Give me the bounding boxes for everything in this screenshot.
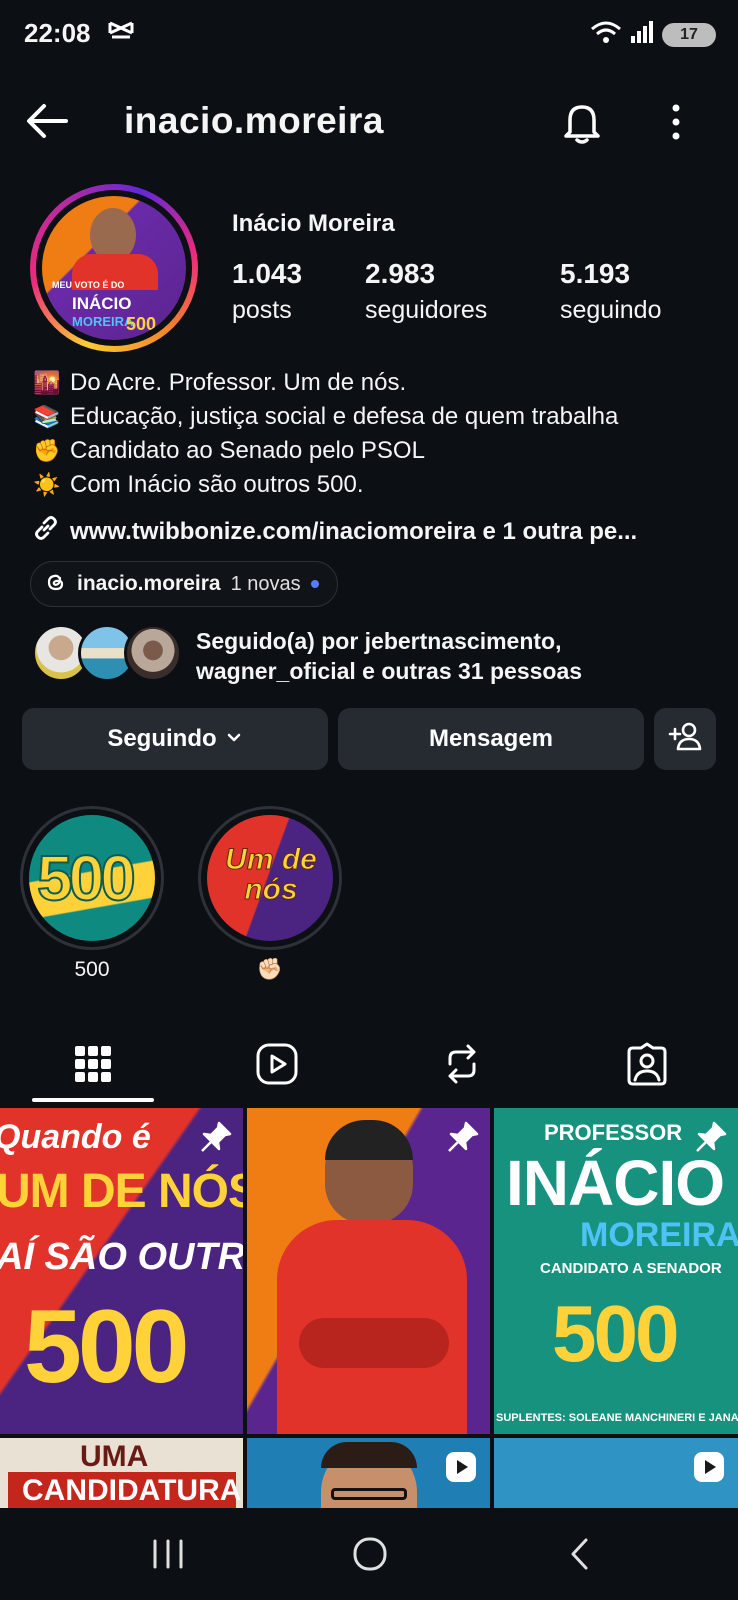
story-highlight-um-de-nos[interactable]: Um de nós ✊🏻 bbox=[198, 806, 342, 982]
capcut-icon bbox=[108, 20, 134, 49]
profile-header: inacio.moreira bbox=[0, 86, 738, 156]
home-icon[interactable] bbox=[352, 1536, 388, 1577]
stat-value: 5.193 bbox=[560, 258, 631, 289]
tab-reposts[interactable] bbox=[400, 1030, 523, 1102]
pin-icon bbox=[199, 1120, 233, 1154]
stat-label: seguindo bbox=[560, 296, 662, 324]
highlight-cover: 500 bbox=[29, 815, 155, 941]
status-time: 22:08 bbox=[24, 18, 91, 48]
message-button[interactable]: Mensagem bbox=[338, 708, 644, 770]
avatar: MEU VOTO É DO INÁCIO MOREIRA 500 bbox=[42, 196, 186, 340]
stat-label: posts bbox=[232, 296, 292, 324]
stat-value: 1.043 bbox=[232, 258, 303, 289]
post-thumbnail[interactable]: UMA CANDIDATURA bbox=[0, 1438, 243, 1508]
battery-indicator: 17 bbox=[662, 22, 716, 47]
tab-posts[interactable] bbox=[31, 1030, 154, 1102]
fist-emoji-icon: ✊ bbox=[33, 438, 61, 463]
reel-icon bbox=[444, 1450, 478, 1484]
chevron-down-icon bbox=[225, 725, 243, 753]
stat-value: 2.983 bbox=[365, 258, 436, 289]
profile-avatar-ring[interactable]: MEU VOTO É DO INÁCIO MOREIRA 500 bbox=[30, 184, 198, 352]
threads-handle: inacio.moreira bbox=[77, 572, 221, 595]
signal-icon bbox=[630, 20, 654, 49]
back-icon[interactable] bbox=[566, 1536, 594, 1577]
suggested-users-button[interactable] bbox=[654, 708, 716, 770]
threads-icon bbox=[45, 571, 67, 598]
reel-icon bbox=[692, 1450, 726, 1484]
display-name: Inácio Moreira bbox=[232, 210, 395, 237]
unread-dot bbox=[310, 580, 319, 588]
books-emoji-icon: 📚 bbox=[33, 404, 61, 429]
followed-by-text: Seguido(a) por jebertnascimento, wagner_… bbox=[196, 628, 583, 684]
recent-apps-icon[interactable] bbox=[150, 1538, 186, 1575]
tagged-icon bbox=[625, 1042, 669, 1091]
following-count[interactable]: 5.193 seguindo bbox=[560, 258, 661, 325]
bio: 🌇 Do Acre. Professor. Um de nós. 📚 Educa… bbox=[32, 366, 722, 502]
avatar bbox=[124, 624, 182, 682]
highlight-label: ✊🏻 bbox=[256, 958, 284, 981]
bio-line: ✊ Candidato ao Senado pelo PSOL bbox=[32, 434, 722, 468]
tab-reels[interactable] bbox=[215, 1030, 338, 1102]
highlight-label: 500 bbox=[74, 958, 110, 981]
post-thumbnail[interactable] bbox=[247, 1438, 490, 1508]
add-person-icon bbox=[668, 721, 702, 758]
back-arrow-icon[interactable] bbox=[22, 96, 72, 146]
tab-tagged[interactable] bbox=[585, 1030, 708, 1102]
bio-line: 🌇 Do Acre. Professor. Um de nós. bbox=[32, 366, 722, 400]
bio-line: ☀️ Com Inácio são outros 500. bbox=[32, 468, 722, 502]
post-thumbnail[interactable] bbox=[247, 1108, 490, 1434]
status-indicators: 17 bbox=[590, 20, 716, 49]
page-title: inacio.moreira bbox=[124, 100, 384, 141]
bell-icon[interactable] bbox=[558, 98, 606, 146]
wifi-icon bbox=[590, 20, 622, 49]
posts-grid: Quando é UM DE NÓS AÍ SÃO OUTROS 500 PRO… bbox=[0, 1108, 738, 1508]
story-highlight-500[interactable]: 500 500 bbox=[20, 806, 164, 982]
more-options-icon[interactable] bbox=[656, 100, 696, 144]
sun-emoji-icon: ☀️ bbox=[33, 472, 61, 497]
sunset-emoji-icon: 🌇 bbox=[33, 370, 61, 395]
threads-new-count: 1 novas bbox=[230, 572, 301, 595]
post-thumbnail[interactable]: PROFESSOR INÁCIO MOREIRA CANDIDATO A SEN… bbox=[494, 1108, 738, 1434]
posts-count[interactable]: 1.043 posts bbox=[232, 258, 302, 325]
highlight-cover: Um de nós bbox=[207, 815, 333, 941]
stat-label: seguidores bbox=[365, 296, 488, 324]
bio-line: 📚 Educação, justiça social e defesa de q… bbox=[32, 400, 722, 434]
post-thumbnail[interactable]: Quando é UM DE NÓS AÍ SÃO OUTROS 500 bbox=[0, 1108, 243, 1434]
active-tab-indicator bbox=[32, 1098, 154, 1102]
bio-link[interactable]: www.twibbonize.com/inaciomoreira e 1 out… bbox=[32, 514, 637, 549]
profile-tabs bbox=[0, 1030, 738, 1102]
mutual-followers[interactable]: Seguido(a) por jebertnascimento, wagner_… bbox=[32, 622, 722, 684]
following-button[interactable]: Seguindo bbox=[22, 708, 328, 770]
link-icon bbox=[32, 514, 62, 549]
repost-icon bbox=[442, 1042, 482, 1091]
pin-icon bbox=[446, 1120, 480, 1154]
threads-badge[interactable]: inacio.moreira 1 novas bbox=[30, 561, 338, 607]
post-thumbnail[interactable] bbox=[494, 1438, 738, 1508]
reels-icon bbox=[255, 1042, 299, 1091]
status-bar: 22:08 17 bbox=[0, 0, 738, 70]
followers-count[interactable]: 2.983 seguidores bbox=[365, 258, 487, 325]
system-navigation-bar bbox=[0, 1508, 738, 1600]
pin-icon bbox=[694, 1120, 728, 1154]
grid-icon bbox=[74, 1045, 112, 1088]
